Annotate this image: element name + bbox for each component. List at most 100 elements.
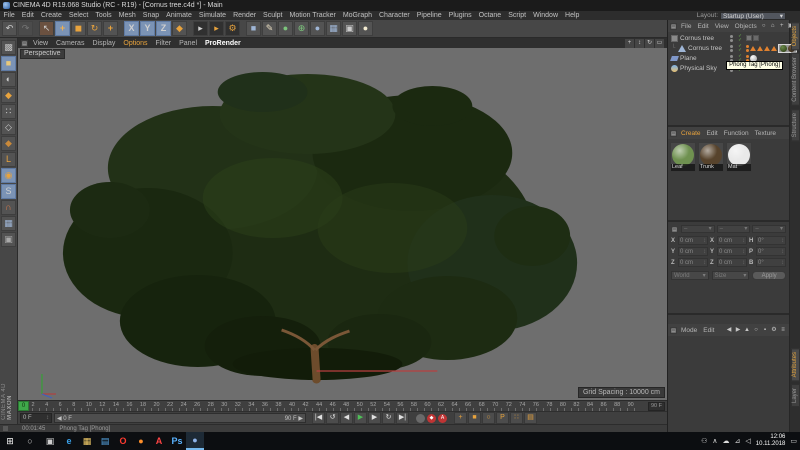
menu-item[interactable]: Tools	[92, 12, 115, 19]
make-editable-icon[interactable]: ▩	[1, 40, 16, 55]
menu-item[interactable]: Animate	[163, 12, 196, 19]
lock-workplane-icon[interactable]: ▣	[1, 232, 16, 247]
taskbar-photoshop-icon[interactable]: Ps	[168, 432, 186, 450]
render-settings-icon[interactable]: ⚙	[225, 21, 240, 36]
viewport-menu-item[interactable]: Panel	[175, 40, 201, 47]
om-menu-item[interactable]: File	[678, 23, 694, 30]
material-trunk[interactable]: Trunk	[698, 142, 724, 172]
z-axis-lock-icon[interactable]: Z	[156, 21, 171, 36]
viewport-menu-item[interactable]: View	[29, 40, 52, 47]
autokey-button[interactable]: A	[438, 414, 447, 423]
stepper-icon[interactable]: ↕	[46, 414, 49, 422]
taskbar-opera-icon[interactable]: O	[114, 432, 132, 450]
current-frame-field[interactable]: 0 F↕	[20, 413, 52, 423]
material-mat[interactable]: Mat	[726, 142, 752, 172]
apply-button[interactable]: Apply	[752, 271, 786, 280]
menu-item[interactable]: Motion Tracker	[286, 12, 339, 19]
menu-item[interactable]: Create	[37, 12, 65, 19]
selection-dot-tag[interactable]	[746, 45, 749, 52]
tray-people-icon[interactable]: ⚇	[701, 437, 707, 445]
model-mode-icon[interactable]: ■	[1, 56, 16, 71]
viewport-menu-item[interactable]: Filter	[152, 40, 176, 47]
toolbar-separator[interactable]	[188, 21, 192, 36]
material-leaf[interactable]: Leaf	[670, 142, 696, 172]
polygon-selection-tag-icon[interactable]	[750, 46, 756, 51]
material-menu-item[interactable]: Texture	[752, 130, 779, 137]
workplane-grid-icon[interactable]: ▦	[1, 216, 16, 231]
coord-field[interactable]: 0 cm↕	[678, 258, 708, 267]
side-tab[interactable]: Structure	[791, 109, 800, 141]
task-view-button[interactable]: ▣	[40, 432, 60, 450]
om-menu-item[interactable]: Edit	[694, 23, 711, 30]
redo-icon[interactable]: ↷	[18, 21, 33, 36]
om-search-icon[interactable]: ○	[760, 22, 768, 30]
polygons-mode-icon[interactable]: ◆	[1, 136, 16, 151]
polygon-selection-tag-icon[interactable]	[764, 46, 770, 51]
leaf-texture-tag-icon[interactable]	[780, 45, 787, 52]
taskbar-store-icon[interactable]: ▤	[96, 432, 114, 450]
start-button[interactable]: ⊞	[0, 432, 20, 450]
menu-item[interactable]: Simulate	[195, 12, 229, 19]
panel-icon[interactable]: ▤	[670, 130, 677, 137]
menu-item[interactable]: Pipeline	[413, 12, 445, 19]
goto-end-button[interactable]: ▶|	[396, 412, 409, 424]
end-frame-field[interactable]: 90 F	[648, 402, 665, 411]
taskbar-acrobat-icon[interactable]: A	[150, 432, 168, 450]
polygon-selection-tag-icon[interactable]	[771, 46, 777, 51]
viewport-menu-item[interactable]: Options	[119, 40, 151, 47]
visibility-dots[interactable]	[730, 35, 735, 42]
layout-dropdown[interactable]: Startup (User)▾	[720, 12, 786, 20]
coord-column-header[interactable]: –▾	[717, 225, 751, 233]
play-button[interactable]: ▶	[354, 412, 367, 424]
viewport-zoom-icon[interactable]: ↕	[635, 39, 644, 48]
menu-item[interactable]: Help	[562, 12, 583, 19]
move-tool-icon[interactable]: +	[55, 21, 70, 36]
y-axis-lock-icon[interactable]: Y	[140, 21, 155, 36]
key-rotation-icon[interactable]: ○	[482, 412, 495, 424]
texture-mode-icon[interactable]: ◐	[1, 72, 16, 87]
floor-icon[interactable]: ▦	[326, 21, 341, 36]
render-view-icon[interactable]: ▸	[193, 21, 208, 36]
workplane-mode-icon[interactable]: ◆	[1, 88, 16, 103]
menu-item[interactable]: Edit	[18, 12, 37, 19]
last-tool-icon[interactable]: +	[103, 21, 118, 36]
coord-field[interactable]: 0 cm↕	[717, 247, 747, 256]
cortana-button[interactable]: ○	[20, 432, 40, 450]
toolbar-separator[interactable]	[119, 21, 123, 36]
timeline-window-icon[interactable]: ▤	[524, 412, 537, 424]
viewport-rotate-icon[interactable]: ↻	[645, 39, 654, 48]
polygon-selection-tag-icon[interactable]	[757, 46, 763, 51]
material-menu-item[interactable]: Function	[721, 130, 752, 137]
object-row-cornus-tree-child[interactable]: └ Cornus tree ✓✓	[668, 43, 789, 53]
am-cursor-icon[interactable]: ▲	[743, 326, 751, 334]
viewport[interactable]: Perspective	[18, 48, 667, 400]
prev-key-button[interactable]: ↺	[326, 412, 339, 424]
key-position-icon[interactable]: +	[454, 412, 467, 424]
coordinate-system-icon[interactable]: ◆	[172, 21, 187, 36]
visibility-dots[interactable]	[730, 45, 735, 52]
subdivision-surface-icon[interactable]: ●	[278, 21, 293, 36]
view-label[interactable]: Perspective	[20, 49, 65, 59]
menu-item[interactable]: Snap	[139, 12, 162, 19]
coord-field[interactable]: 0 cm↕	[678, 236, 708, 245]
spline-pen-icon[interactable]: ✎	[262, 21, 277, 36]
prev-frame-button[interactable]: ◀	[340, 412, 353, 424]
taskbar-explorer-icon[interactable]: ▦	[78, 432, 96, 450]
record-key-icon[interactable]	[416, 414, 425, 423]
next-frame-button[interactable]: ▶	[368, 412, 381, 424]
menu-item[interactable]: Window	[530, 12, 562, 19]
coord-column-header[interactable]: –▾	[752, 225, 786, 233]
menu-item[interactable]: Sculpt	[260, 12, 286, 19]
menu-item[interactable]: Mesh	[115, 12, 139, 19]
tray-hidden-icons[interactable]: ∧	[712, 437, 717, 445]
record-objects-button[interactable]: ◆	[427, 414, 436, 423]
rotate-tool-icon[interactable]: ↻	[87, 21, 102, 36]
viewport-toggle-icon[interactable]: ▭	[655, 39, 664, 48]
am-lock-icon[interactable]: ▪	[761, 326, 769, 334]
viewport-panel-icon[interactable]: ▤	[21, 40, 28, 47]
key-pla-icon[interactable]: ∷	[510, 412, 523, 424]
light-icon[interactable]: ●	[358, 21, 373, 36]
menu-item[interactable]: MoGraph	[339, 12, 375, 19]
am-gear-icon[interactable]: ⚙	[770, 326, 778, 334]
camera-icon[interactable]: ▣	[342, 21, 357, 36]
